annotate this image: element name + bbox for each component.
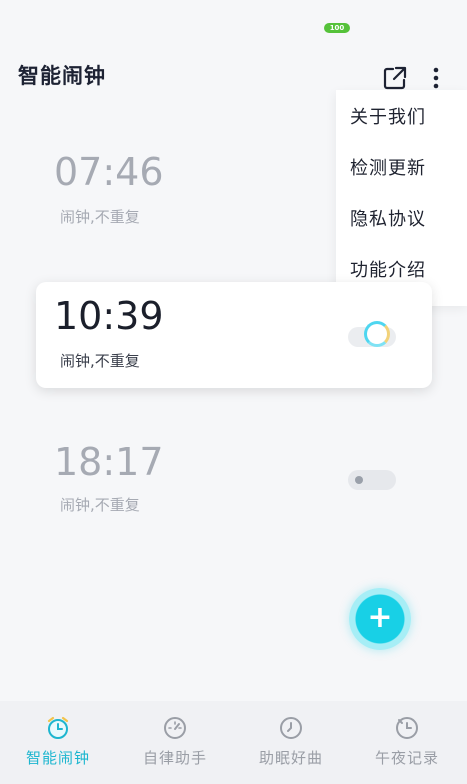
nav-label: 自律助手 (142, 749, 207, 767)
bottom-nav: 智能闹钟 自律助手 助眠好曲 午夜记录 (0, 701, 467, 784)
more-options-button[interactable] (425, 65, 447, 91)
alarm-item[interactable]: 10:39 闹钟,不重复 (36, 282, 432, 388)
alarm-clock-icon (47, 716, 69, 739)
alarm-repeat-label: 闹钟,不重复 (60, 496, 140, 514)
clock-icon (280, 717, 302, 739)
share-button[interactable] (382, 65, 408, 91)
more-vertical-icon (433, 67, 439, 89)
toggle-knob (364, 321, 390, 347)
share-icon (383, 66, 407, 90)
alarm-time: 07:46 (54, 150, 164, 194)
alarm-time: 10:39 (54, 294, 164, 338)
nav-item-self-discipline[interactable]: 自律助手 (117, 715, 233, 775)
nav-item-sleep-music[interactable]: 助眠好曲 (233, 715, 349, 775)
moon-clock-icon (396, 717, 418, 739)
add-alarm-button[interactable]: + (349, 588, 411, 650)
alarm-time: 18:17 (54, 440, 164, 484)
alarm-toggle[interactable] (348, 321, 396, 347)
alarm-repeat-label: 闹钟,不重复 (60, 208, 140, 226)
menu-item-about[interactable]: 关于我们 (350, 98, 460, 138)
nav-item-smart-alarm[interactable]: 智能闹钟 (0, 715, 116, 775)
nav-label: 午夜记录 (374, 749, 439, 767)
alarm-repeat-label: 闹钟,不重复 (60, 352, 140, 370)
nav-label: 助眠好曲 (258, 749, 323, 767)
alarm-toggle[interactable] (348, 470, 396, 490)
nav-label: 智能闹钟 (25, 749, 90, 767)
alarm-item[interactable]: 18:17 闹钟,不重复 (36, 426, 432, 532)
nav-item-midnight-log[interactable]: 午夜记录 (349, 715, 465, 775)
page-title: 智能闹钟 (18, 64, 106, 88)
battery-indicator: 100 (324, 23, 350, 33)
alarm-item[interactable]: 07:46 闹钟,不重复 (36, 136, 432, 242)
gauge-icon (164, 717, 186, 739)
status-bar: 100 (0, 0, 467, 48)
plus-icon: + (367, 600, 393, 635)
toggle-knob (355, 476, 363, 484)
